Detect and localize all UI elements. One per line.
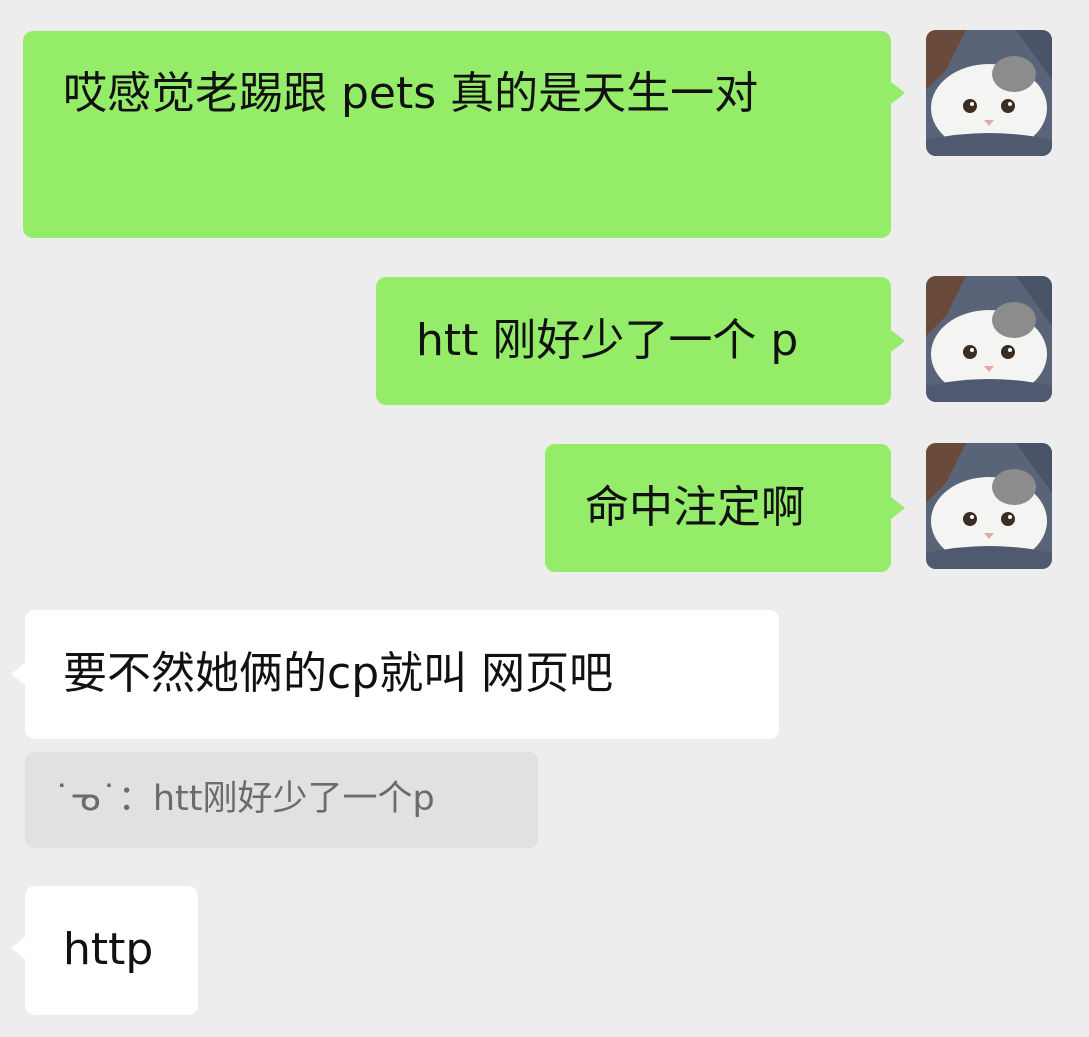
message-bubble-sent[interactable]: 哎感觉老踢跟 pets 真的是天生一对 [23,31,891,238]
bubble-tail [891,330,905,352]
avatar[interactable] [926,30,1052,156]
quote-separator: ： [117,779,153,819]
quote-sender: ˙ᓀ˙ [53,779,118,819]
cat-avatar-icon [926,443,1052,569]
avatar[interactable] [926,443,1052,569]
avatar[interactable] [926,276,1052,402]
quote-text: htt刚好少了一个p [152,779,435,819]
message-bubble-received[interactable]: http [25,886,198,1015]
bubble-tail [891,497,905,519]
quoted-message[interactable]: ˙ᓀ˙：htt刚好少了一个p [25,752,538,848]
message-text: 哎感觉老踢跟 pets 真的是天生一对 [63,68,759,119]
message-bubble-sent[interactable]: htt 刚好少了一个 p [376,277,891,405]
message-text: http [63,924,154,975]
message-text: 要不然她俩的cp就叫 网页吧 [63,648,614,699]
message-bubble-received[interactable]: 要不然她俩的cp就叫 网页吧 [25,610,779,739]
bubble-tail [11,937,25,959]
message-text: 命中注定啊 [585,482,805,533]
bubble-tail [891,82,905,104]
cat-avatar-icon [926,276,1052,402]
message-bubble-sent[interactable]: 命中注定啊 [545,444,891,572]
bubble-tail [11,663,25,685]
message-text: htt 刚好少了一个 p [416,315,799,366]
cat-avatar-icon [926,30,1052,156]
